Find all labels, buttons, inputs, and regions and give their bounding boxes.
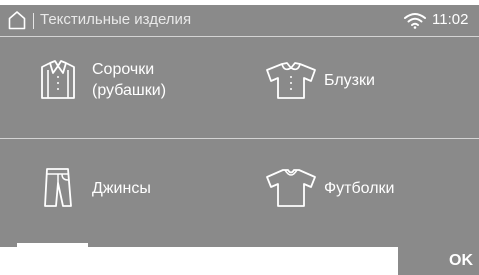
main-panel (0, 5, 479, 275)
jeans-icon (44, 168, 72, 207)
page-indicator-top (228, 0, 266, 4)
ok-button[interactable]: OK (398, 247, 479, 275)
item-label: Футболки (324, 179, 395, 197)
item-blouses[interactable]: Блузки (264, 58, 375, 102)
wifi-icon (404, 13, 426, 29)
home-icon (8, 11, 26, 30)
item-label: Блузки (324, 71, 375, 89)
item-jeans[interactable]: Джинсы (38, 166, 151, 210)
item-label-secondary: (рубашки) (92, 82, 167, 99)
home-button[interactable] (6, 8, 28, 32)
header: Текстильные изделия 11:02 (0, 5, 479, 35)
scroll-indicator[interactable] (17, 243, 88, 247)
screen: Текстильные изделия 11:02 Сорочки (рубаш (0, 0, 479, 275)
item-label: Джинсы (92, 179, 151, 197)
row-divider (0, 138, 479, 139)
tshirt-icon (266, 169, 316, 207)
page-title: Текстильные изделия (40, 11, 192, 28)
item-label: Сорочки (92, 61, 155, 78)
blouse-icon (266, 62, 316, 99)
clock: 11:02 (432, 11, 469, 28)
item-tshirts[interactable]: Футболки (264, 166, 394, 210)
item-shirts[interactable]: Сорочки (рубашки) (38, 58, 166, 102)
shirt-icon (41, 60, 75, 99)
header-separator (33, 13, 34, 29)
header-divider (0, 36, 479, 37)
